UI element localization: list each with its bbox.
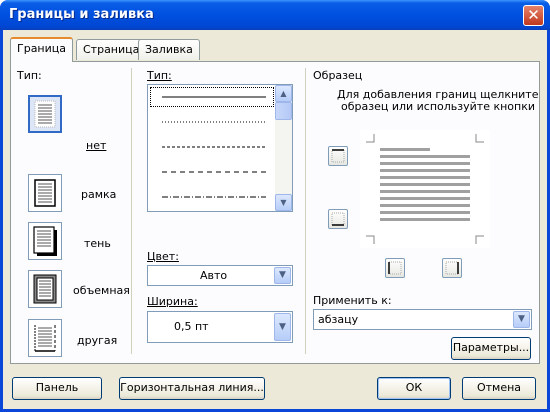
scroll-up-button[interactable]: ▲: [275, 85, 292, 102]
tab-label: Заливка: [145, 43, 193, 56]
close-icon: ✕: [527, 6, 540, 24]
setting-type-label: Тип:: [17, 69, 42, 82]
preset-shadow-button[interactable]: [28, 222, 62, 260]
preview-text-line: [380, 218, 470, 221]
top-border-icon: [331, 149, 345, 163]
preview-text-line: [380, 204, 470, 207]
cancel-button-label: Отмена: [476, 381, 522, 394]
line-style-list[interactable]: ▲ ▼: [147, 84, 293, 212]
dialog-body: Граница Страница Заливка Тип: нет рамка …: [3, 30, 547, 409]
scroll-down-button[interactable]: ▼: [275, 194, 292, 211]
preset-3d-button[interactable]: [28, 270, 62, 308]
preview-text-line: [380, 162, 470, 165]
apply-to-value: абзацу: [318, 313, 359, 326]
border-custom-icon: [34, 325, 56, 352]
dialog-window: Границы и заливка ✕ Граница Страница Зал…: [0, 0, 550, 412]
tab-page[interactable]: Страница: [76, 39, 147, 60]
width-value: 0,5 пт: [174, 320, 209, 333]
color-value: Авто: [200, 269, 228, 282]
right-border-button[interactable]: [442, 258, 462, 278]
dialog-title: Границы и заливка: [9, 7, 154, 22]
preview-text-line: [380, 169, 470, 172]
top-border-button[interactable]: [328, 146, 348, 166]
preset-box-label: рамка: [81, 188, 117, 201]
divider: [305, 68, 306, 354]
preview-heading: Образец: [313, 69, 363, 82]
left-border-button[interactable]: [385, 258, 405, 278]
horizontal-line-button[interactable]: Горизонтальная линия...: [119, 377, 265, 400]
preview-text-line: [380, 155, 470, 158]
preview-text-line: [380, 190, 470, 193]
chevron-down-icon: ▼: [279, 322, 286, 332]
border-box-icon: [34, 179, 56, 207]
border-shadow-icon: [33, 226, 57, 256]
title-bar[interactable]: Границы и заливка ✕: [0, 0, 550, 30]
line-style-scrollbar[interactable]: ▲ ▼: [275, 85, 292, 211]
divider: [131, 68, 132, 354]
apply-to-dropdown-button[interactable]: ▼: [513, 311, 530, 328]
preset-none-button[interactable]: [28, 95, 62, 133]
preview-area[interactable]: [360, 130, 490, 248]
width-label: Ширина:: [147, 295, 198, 308]
preview-text-line: [380, 211, 470, 214]
apply-to-select[interactable]: абзацу ▼: [313, 309, 532, 330]
arrow-down-icon: ▼: [280, 198, 287, 207]
horizontal-line-button-label: Горизонтальная линия...: [120, 381, 264, 394]
color-dropdown-button[interactable]: ▼: [274, 267, 291, 284]
chevron-down-icon: ▼: [518, 314, 525, 324]
width-dropdown-button[interactable]: ▼: [274, 313, 291, 341]
tab-panel-border: Тип: нет рамка тень объемная другая Тип:…: [10, 61, 540, 364]
options-button-label: Параметры...: [452, 341, 530, 354]
line-style-samples: [162, 96, 266, 198]
tab-label: Страница: [83, 43, 140, 56]
color-label: Цвет:: [147, 250, 179, 263]
options-button[interactable]: Параметры...: [451, 337, 531, 360]
preview-text-line: [380, 148, 430, 151]
panel-button[interactable]: Панель: [12, 377, 102, 400]
width-select[interactable]: 0,5 пт ▼: [147, 311, 293, 343]
color-select[interactable]: Авто ▼: [147, 265, 293, 286]
bottom-border-button[interactable]: [328, 209, 348, 229]
preview-hint-line2: образец или используйте кнопки: [341, 100, 536, 113]
preview-text-line: [380, 183, 470, 186]
preset-custom-label: другая: [77, 334, 118, 347]
bottom-border-icon: [331, 212, 345, 226]
border-none-icon: [34, 100, 56, 128]
close-button[interactable]: ✕: [523, 5, 544, 26]
preset-3d-label: объемная: [73, 284, 130, 297]
preview-text-line: [380, 197, 470, 200]
ok-button-label: ОК: [405, 381, 423, 394]
tab-border[interactable]: Граница: [10, 37, 74, 62]
left-border-icon: [388, 261, 402, 275]
border-3d-icon: [33, 274, 57, 304]
preview-text-line: [380, 176, 470, 179]
preset-none-label: нет: [86, 139, 107, 152]
apply-to-label: Применить к:: [313, 294, 392, 307]
cancel-button[interactable]: Отмена: [462, 377, 536, 400]
arrow-up-icon: ▲: [280, 89, 287, 98]
preset-custom-button[interactable]: [28, 319, 62, 357]
panel-button-label: Панель: [35, 381, 79, 394]
style-type-label: Тип:: [147, 69, 172, 82]
tab-label: Граница: [17, 42, 67, 55]
tab-shading[interactable]: Заливка: [138, 39, 200, 60]
chevron-down-icon: ▼: [279, 270, 286, 280]
right-border-icon: [445, 261, 459, 275]
preset-shadow-label: тень: [84, 237, 111, 250]
scroll-thumb[interactable]: [275, 102, 292, 120]
preset-box-button[interactable]: [28, 174, 62, 212]
ok-button[interactable]: ОК: [377, 377, 451, 400]
